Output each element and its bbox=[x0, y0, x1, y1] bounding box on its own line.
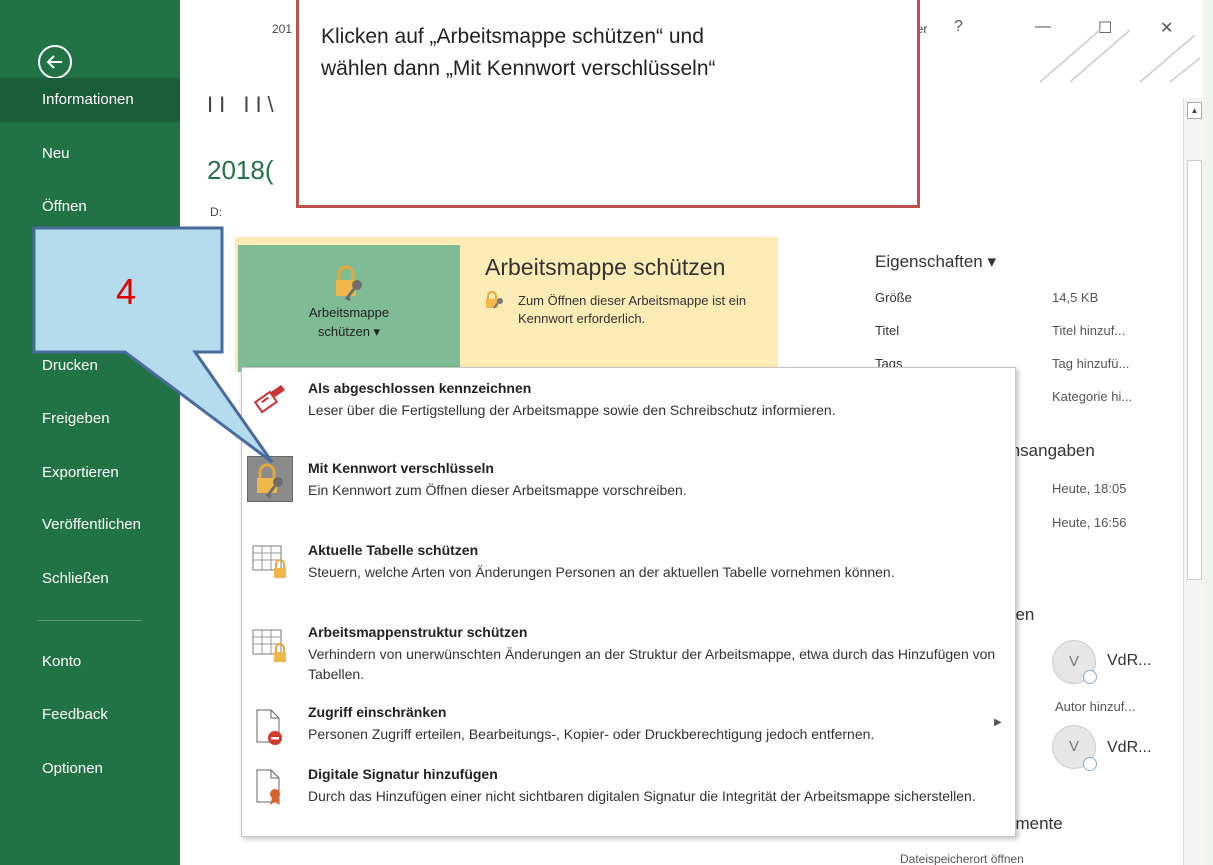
presence-indicator bbox=[1083, 670, 1097, 684]
lock-key-icon bbox=[336, 265, 362, 301]
adjacent-window-edge bbox=[1203, 0, 1213, 865]
scroll-thumb[interactable] bbox=[1187, 160, 1202, 580]
add-author-link[interactable]: Autor hinzuf... bbox=[1055, 699, 1135, 714]
menu-item-digital-signature[interactable]: Digitale Signatur hinzufügen Durch das H… bbox=[242, 762, 1015, 832]
menu-item-mark-final[interactable]: Als abgeschlossen kennzeichnen Leser übe… bbox=[242, 374, 1015, 432]
property-value-category[interactable]: Kategorie hi... bbox=[1052, 389, 1132, 404]
sidebar-item-feedback[interactable]: Feedback bbox=[0, 693, 180, 737]
decorative-lines bbox=[1039, 29, 1200, 83]
dates-heading: msangaben bbox=[1006, 441, 1095, 460]
protect-workbook-menu: Als abgeschlossen kennzeichnen Leser übe… bbox=[241, 367, 1016, 837]
protect-structure-icon bbox=[247, 624, 293, 670]
scroll-up-arrow-icon[interactable]: ▲ bbox=[1187, 102, 1202, 119]
lock-key-small-icon bbox=[486, 291, 503, 309]
sidebar-divider bbox=[38, 620, 142, 621]
protect-description: Zum Öffnen dieser Arbeitsmappe ist ein K… bbox=[518, 293, 747, 326]
menu-item-encrypt-password[interactable]: Mit Kennwort verschlüsseln Ein Kennwort … bbox=[242, 452, 1015, 510]
protect-sheet-icon bbox=[247, 540, 293, 586]
menu-item-protect-structure[interactable]: Arbeitsmappenstruktur schützen Verhinder… bbox=[242, 620, 1015, 690]
sidebar-item-konto[interactable]: Konto bbox=[0, 640, 180, 684]
author2-name[interactable]: VdR... bbox=[1107, 739, 1151, 757]
digital-signature-icon bbox=[247, 764, 293, 810]
date-modified: Heute, 18:05 bbox=[1052, 481, 1127, 496]
submenu-arrow-icon: ▶ bbox=[994, 717, 1002, 728]
menu-item-protect-sheet[interactable]: Aktuelle Tabelle schützen Steuern, welch… bbox=[242, 536, 1015, 606]
vertical-scrollbar[interactable]: ▲ bbox=[1183, 98, 1203, 865]
properties-title[interactable]: Eigenschaften ▾ bbox=[875, 252, 996, 272]
property-value-title[interactable]: Titel hinzuf... bbox=[1052, 323, 1125, 338]
help-button[interactable]: ? bbox=[954, 18, 963, 36]
instruction-text: Klicken auf „Arbeitsmappe schützen“ und … bbox=[321, 25, 716, 80]
property-value-size: 14,5 KB bbox=[1052, 290, 1099, 305]
protect-title: Arbeitsmappe schützen bbox=[485, 254, 726, 280]
property-label-title: Titel bbox=[875, 323, 900, 338]
menu-item-restrict-access[interactable]: Zugriff einschränken Personen Zugriff er… bbox=[242, 702, 1015, 752]
presence-indicator-2 bbox=[1083, 757, 1097, 771]
restrict-access-icon bbox=[247, 704, 293, 750]
sidebar-item-optionen[interactable]: Optionen bbox=[0, 747, 180, 791]
author-name[interactable]: VdR... bbox=[1107, 652, 1151, 670]
sidebar-item-schliessen[interactable]: Schließen bbox=[0, 557, 180, 601]
open-file-location-link[interactable]: Dateispeicherort öffnen bbox=[900, 852, 1024, 865]
step-number: 4 bbox=[116, 271, 137, 312]
date-created: Heute, 16:56 bbox=[1052, 515, 1127, 530]
property-label-size: Größe bbox=[875, 290, 912, 305]
sidebar-item-veroeffentlichen[interactable]: Veröffentlichen bbox=[0, 503, 180, 547]
instruction-callout: Klicken auf „Arbeitsmappe schützen“ und … bbox=[296, 0, 920, 208]
step-callout-bubble bbox=[32, 226, 274, 464]
property-value-tags[interactable]: Tag hinzufü... bbox=[1052, 356, 1129, 371]
